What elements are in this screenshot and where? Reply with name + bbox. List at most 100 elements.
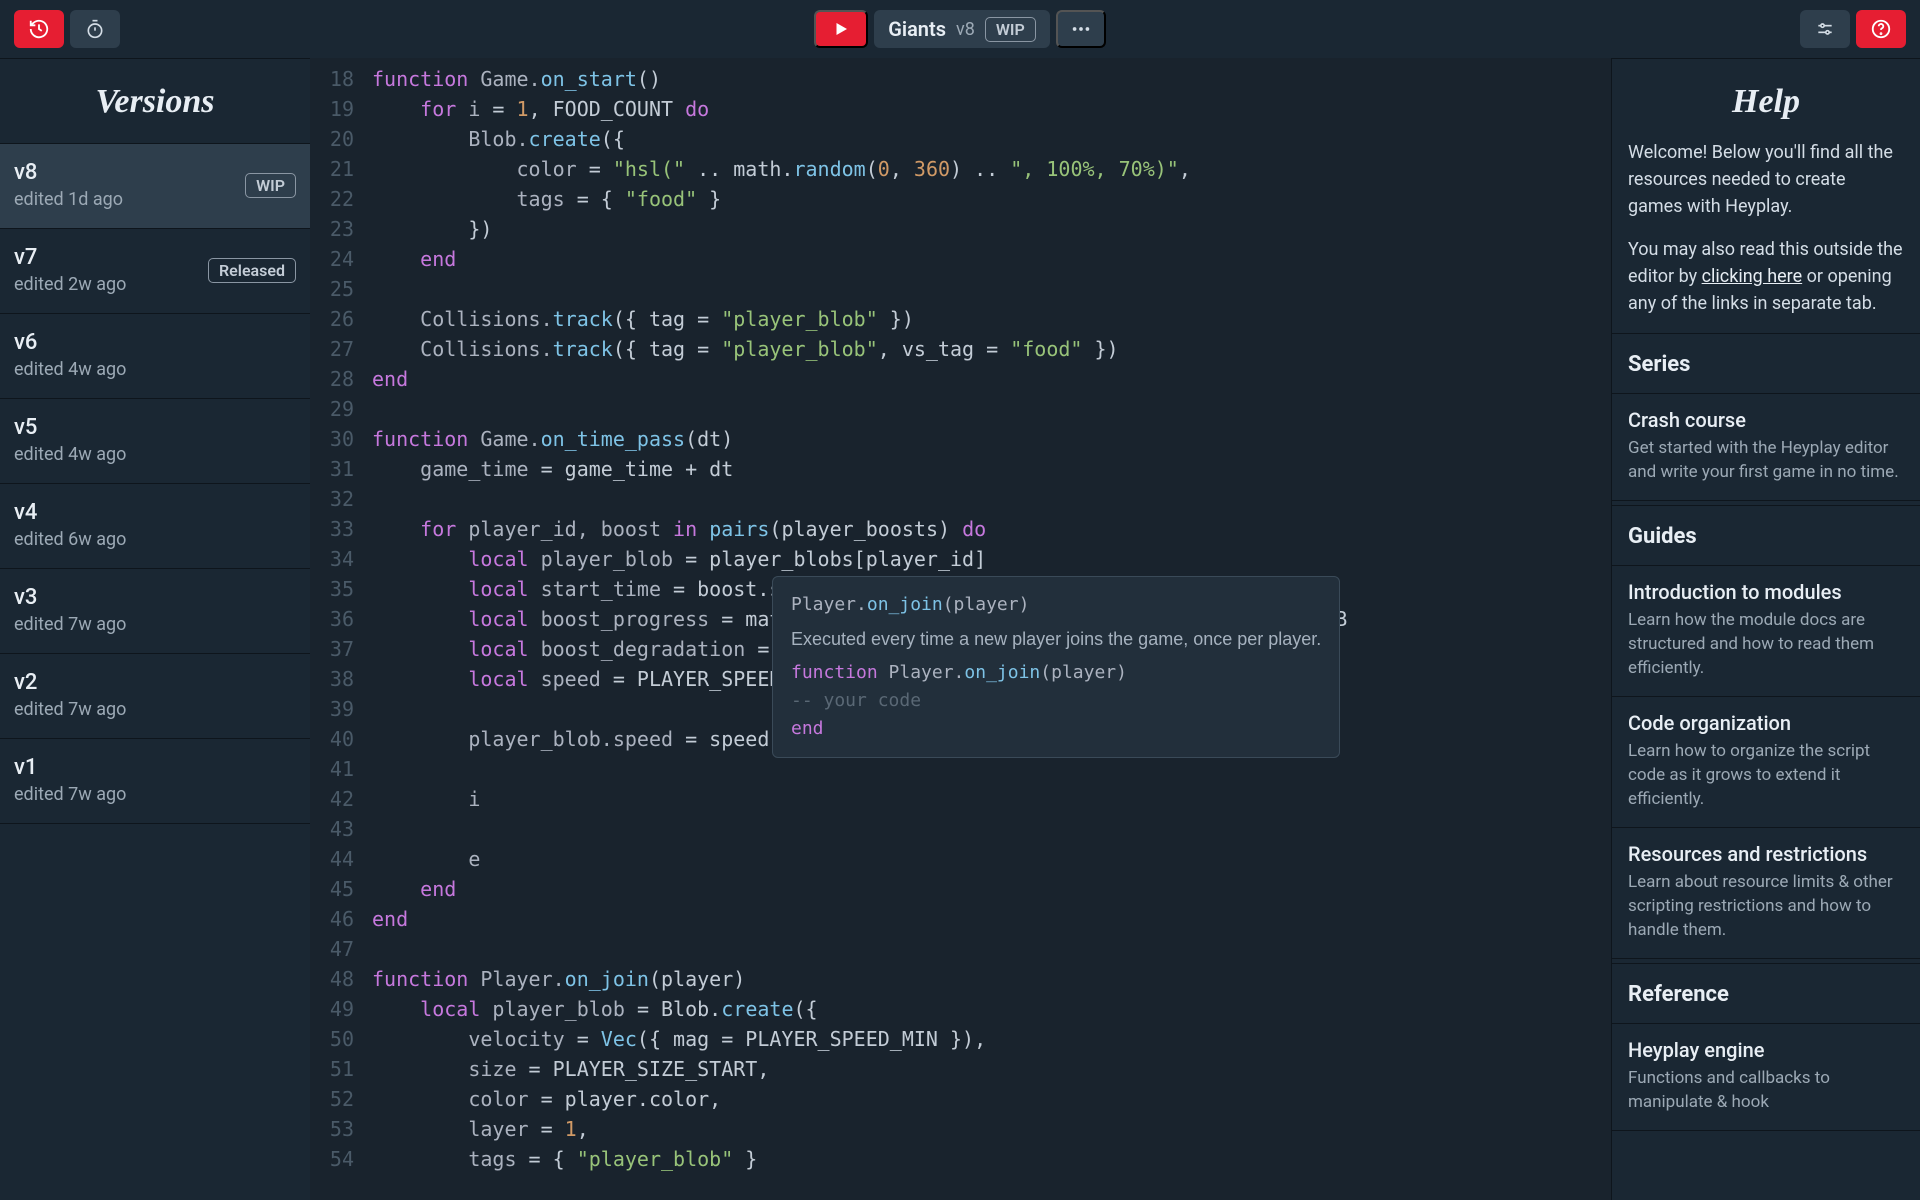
tooltip-description: Executed every time a new player joins t… [791,619,1321,659]
version-name: v7 [14,245,126,270]
code-line[interactable]: 33 for player_id, boost in pairs(player_… [310,514,1611,544]
help-link[interactable]: Heyplay engineFunctions and callbacks to… [1612,1024,1920,1131]
line-number: 46 [310,904,372,934]
versions-list: v8edited 1d agoWIPv7edited 2w agoRelease… [0,144,310,824]
line-number: 18 [310,64,372,94]
version-item-v2[interactable]: v2edited 7w ago [0,654,310,739]
help-link[interactable]: Introduction to modulesLearn how the mod… [1612,566,1920,697]
code-line[interactable]: 46end [310,904,1611,934]
project-title[interactable]: Giants v8 WIP [874,10,1050,48]
code-line[interactable]: 50 velocity = Vec({ mag = PLAYER_SPEED_M… [310,1024,1611,1054]
code-line[interactable]: 29 [310,394,1611,424]
code-line[interactable]: 32 [310,484,1611,514]
code-editor[interactable]: 18function Game.on_start()19 for i = 1, … [310,58,1611,1200]
line-number: 39 [310,694,372,724]
version-item-v1[interactable]: v1 edited 7w ago [0,739,310,824]
code-text: function Game.on_start() [372,64,661,94]
code-line[interactable]: 49 local player_blob = Blob.create({ [310,994,1611,1024]
code-text: function Player.on_join(player) [372,964,745,994]
version-meta: edited 7w ago [14,784,126,805]
help-link-desc: Get started with the Heyplay editor and … [1628,436,1904,484]
code-line[interactable]: 47 [310,934,1611,964]
code-line[interactable]: 28end [310,364,1611,394]
code-line[interactable]: 43 [310,814,1611,844]
version-meta: edited 7w ago [14,614,126,635]
help-panel: Help Welcome! Below you'll find all the … [1611,58,1920,1200]
line-number: 43 [310,814,372,844]
code-line[interactable]: 34 local player_blob = player_blobs[play… [310,544,1611,574]
help-intro-link[interactable]: clicking here [1702,266,1803,287]
line-number: 29 [310,394,372,424]
code-text: layer = 1, [372,1114,589,1144]
history-button[interactable] [14,10,64,48]
code-line[interactable]: 24 end [310,244,1611,274]
tooltip-ex-end: end [791,715,1321,743]
code-text: end [372,364,408,394]
version-meta: edited 2w ago [14,274,126,295]
line-number: 47 [310,934,372,964]
version-meta: edited 4w ago [14,444,126,465]
sidebar-title: Versions [0,59,310,144]
version-name: v2 [14,670,126,695]
line-number: 22 [310,184,372,214]
code-line[interactable]: 31 game_time = game_time + dt [310,454,1611,484]
help-link[interactable]: Code organizationLearn how to organize t… [1612,697,1920,828]
code-text: Blob.create({ [372,124,625,154]
line-number: 26 [310,304,372,334]
project-more-button[interactable] [1056,10,1106,48]
line-number: 45 [310,874,372,904]
code-line[interactable]: 44 e [310,844,1611,874]
code-line[interactable]: 18function Game.on_start() [310,64,1611,94]
version-name: v1 [14,755,126,780]
code-line[interactable]: 27 Collisions.track({ tag = "player_blob… [310,334,1611,364]
version-item-v8[interactable]: v8edited 1d agoWIP [0,144,310,229]
code-text: Collisions.track({ tag = "player_blob", … [372,334,1119,364]
code-text: for i = 1, FOOD_COUNT do [372,94,709,124]
version-item-v6[interactable]: v6edited 4w ago [0,314,310,399]
version-item-v3[interactable]: v3edited 7w ago [0,569,310,654]
version-meta: edited 1d ago [14,189,123,210]
project-version: v8 [956,19,975,40]
code-line[interactable]: 52 color = player.color, [310,1084,1611,1114]
version-item-v4[interactable]: v4edited 6w ago [0,484,310,569]
line-number: 50 [310,1024,372,1054]
version-name: v8 [14,160,123,185]
line-number: 44 [310,844,372,874]
code-line[interactable]: 23 }) [310,214,1611,244]
code-line[interactable]: 30function Game.on_time_pass(dt) [310,424,1611,454]
settings-button[interactable] [1800,10,1850,48]
code-line[interactable]: 26 Collisions.track({ tag = "player_blob… [310,304,1611,334]
code-line[interactable]: 53 layer = 1, [310,1114,1611,1144]
play-button[interactable] [814,10,868,48]
line-number: 25 [310,274,372,304]
code-line[interactable]: 42 i [310,784,1611,814]
help-link[interactable]: Resources and restrictionsLearn about re… [1612,828,1920,959]
version-item-v7[interactable]: v7edited 2w agoReleased [0,229,310,314]
code-line[interactable]: 19 for i = 1, FOOD_COUNT do [310,94,1611,124]
help-link[interactable]: Crash courseGet started with the Heyplay… [1612,394,1920,501]
line-number: 35 [310,574,372,604]
line-number: 41 [310,754,372,784]
help-button[interactable] [1856,10,1906,48]
code-line[interactable]: 54 tags = { "player_blob" } [310,1144,1611,1174]
code-text: end [372,904,408,934]
code-line[interactable]: 45 end [310,874,1611,904]
code-text: tags = { "food" } [372,184,721,214]
code-line[interactable]: 25 [310,274,1611,304]
code-line[interactable]: 41 [310,754,1611,784]
code-line[interactable]: 48function Player.on_join(player) [310,964,1611,994]
version-item-v5[interactable]: v5edited 4w ago [0,399,310,484]
help-link-desc: Learn about resource limits & other scri… [1628,870,1904,942]
events-button[interactable] [70,10,120,48]
code-text: e [372,844,480,874]
tooltip-ex-kw: function [791,662,878,683]
code-line[interactable]: 51 size = PLAYER_SIZE_START, [310,1054,1611,1084]
code-line[interactable]: 20 Blob.create({ [310,124,1611,154]
line-number: 48 [310,964,372,994]
code-line[interactable]: 21 color = "hsl(" .. math.random(0, 360)… [310,154,1611,184]
code-line[interactable]: 22 tags = { "food" } [310,184,1611,214]
line-number: 32 [310,484,372,514]
help-link-title: Heyplay engine [1628,1038,1904,1062]
history-icon [28,18,50,40]
version-name: v4 [14,500,126,525]
